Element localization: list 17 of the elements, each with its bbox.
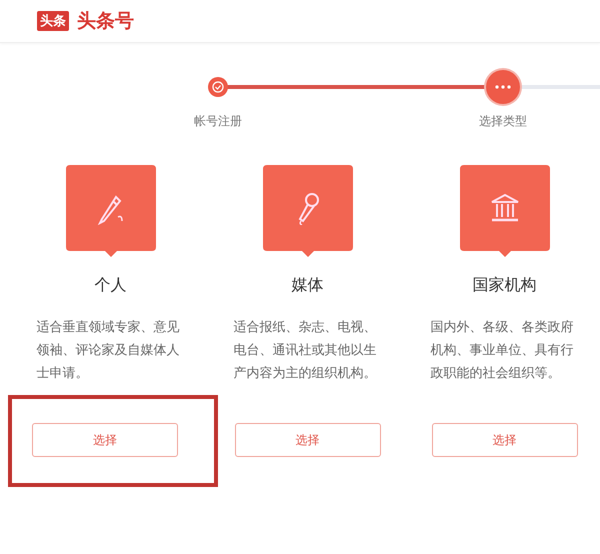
category-title: 媒体 [292, 275, 324, 296]
step-label: 帐号注册 [194, 113, 242, 130]
select-button[interactable]: 选择 [234, 423, 380, 457]
category-tile[interactable] [262, 165, 352, 257]
category-title: 个人 [94, 275, 126, 296]
category-title: 国家机构 [472, 275, 536, 296]
step-label: 选择类型 [479, 113, 527, 130]
logo-badge: 头条 [37, 11, 69, 31]
select-button[interactable]: 选择 [432, 423, 578, 457]
category-description: 适合报纸、杂志、电视、电台、通讯社或其他以生产内容为主的组织机构。 [234, 319, 378, 383]
category-description: 国内外、各级、各类政府机构、事业单位、具有行政职能的社会组织等。 [430, 319, 574, 383]
category-tile[interactable] [66, 165, 156, 257]
category-tile[interactable] [460, 165, 550, 257]
category-description: 适合垂直领域专家、意见领袖、评论家及自媒体人士申请。 [36, 319, 180, 383]
building-icon [488, 192, 520, 224]
select-button[interactable]: 选择 [32, 423, 178, 457]
logo-text: 头条号 [77, 9, 134, 34]
